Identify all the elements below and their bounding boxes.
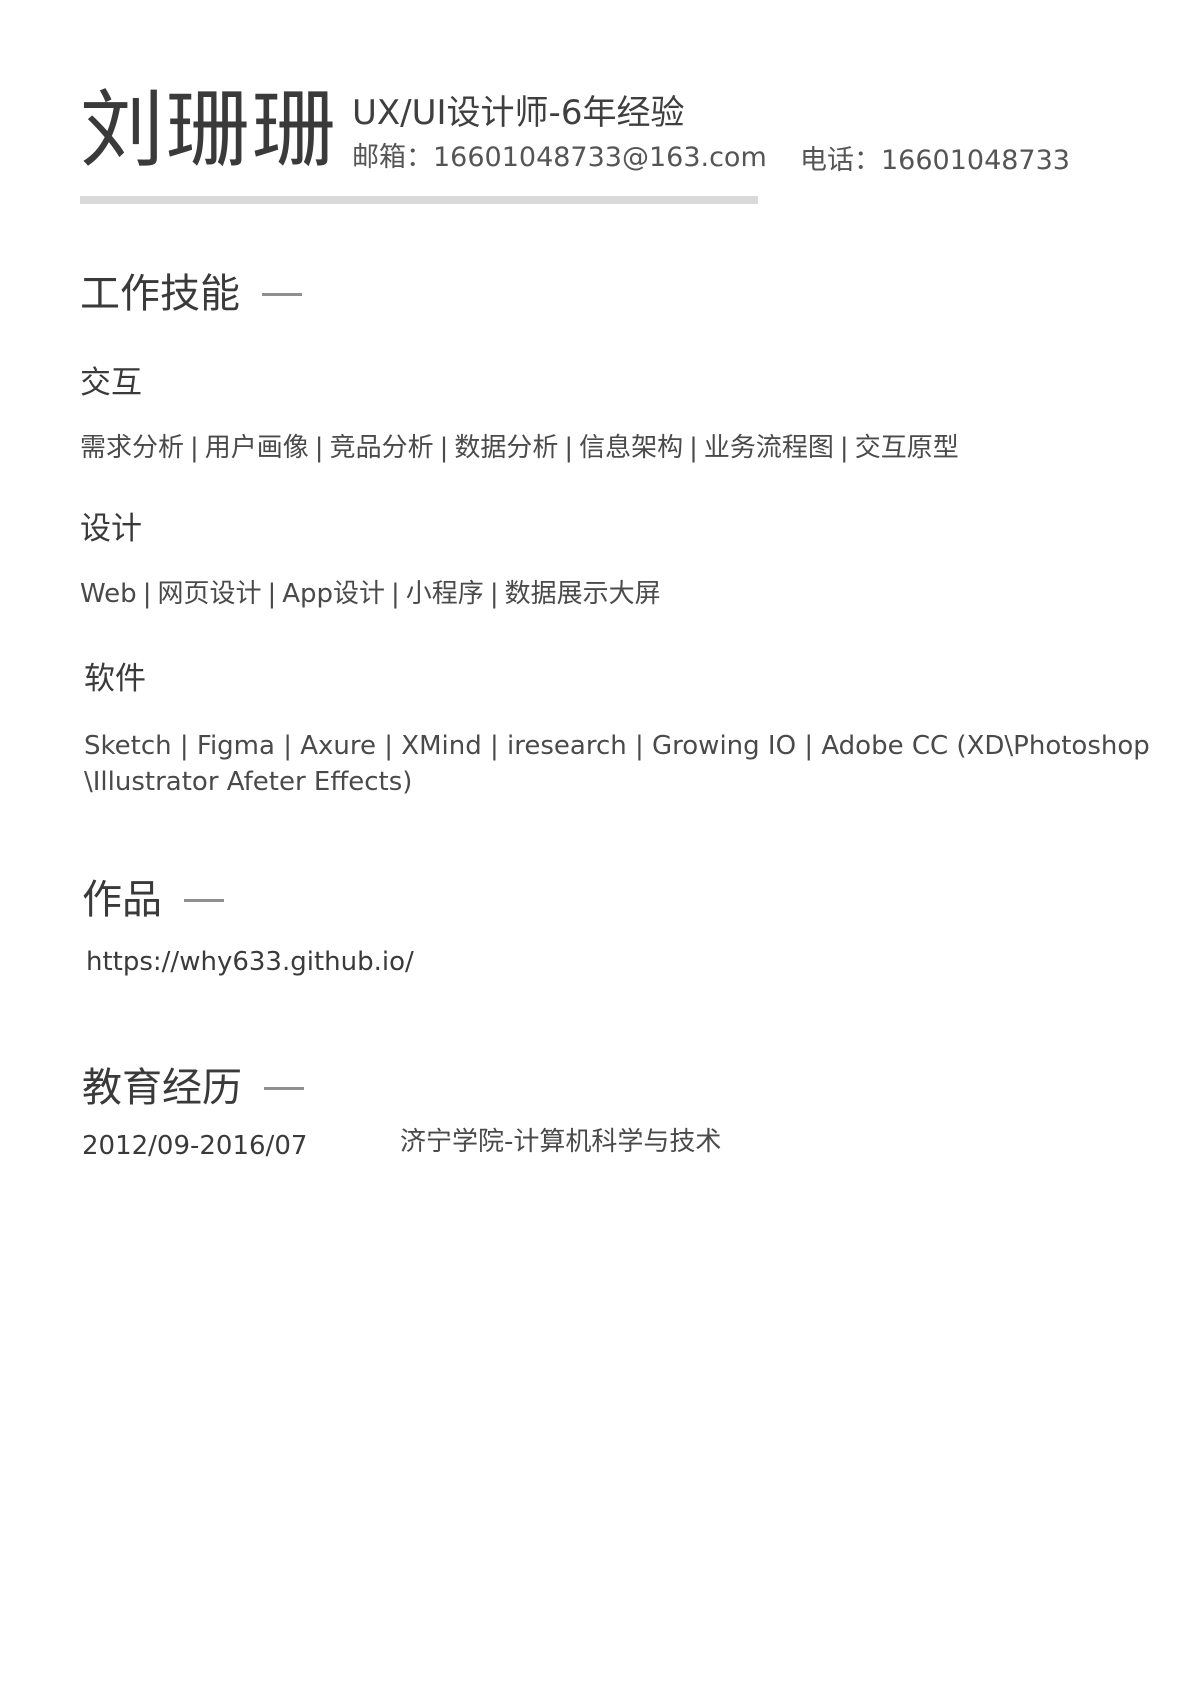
list-separator: | (190, 433, 199, 463)
contact-phone: 电话：16601048733 (800, 145, 1070, 176)
skill-item: Web (80, 579, 137, 609)
skill-item: App设计 (282, 579, 386, 609)
skill-item: 竞品分析 (329, 433, 434, 463)
design-subheading: 设计 (80, 511, 142, 547)
list-separator: | (564, 433, 574, 463)
education-heading-text: 教育经历 (82, 1065, 242, 1111)
skill-item: 需求分析 (80, 433, 185, 463)
education-school: 济宁学院-计算机科学与技术 (400, 1127, 722, 1157)
works-section-heading: 作品 (82, 880, 224, 920)
design-skill-list: Web | 网页设计 | App设计 | 小程序 | 数据展示大屏 (80, 576, 661, 612)
skills-heading-text: 工作技能 (80, 271, 240, 317)
education-period: 2012/09-2016/07 (82, 1131, 308, 1161)
list-separator: | (142, 579, 152, 609)
header-divider (80, 196, 758, 204)
software-subheading: 软件 (84, 661, 146, 697)
list-separator: | (439, 433, 449, 463)
candidate-name: 刘珊珊 (80, 81, 339, 179)
software-list-line-1: Sketch | Figma | Axure | XMind | iresear… (84, 731, 1150, 761)
job-title: UX/UI设计师-6年经验 (352, 93, 685, 133)
heading-dash (184, 898, 224, 902)
list-separator: | (391, 579, 400, 609)
portfolio-link[interactable]: https://why633.github.io/ (86, 944, 414, 980)
skill-item: 信息架构 (579, 433, 684, 463)
skill-item: 小程序 (405, 579, 484, 609)
skill-item: 数据分析 (454, 433, 559, 463)
skill-item: 业务流程图 (703, 433, 834, 463)
list-separator: | (314, 433, 324, 463)
skill-item: 数据展示大屏 (504, 579, 661, 609)
skills-section-heading: 工作技能 (80, 274, 302, 314)
list-separator: | (839, 433, 849, 463)
interaction-skill-list: 需求分析 | 用户画像 | 竞品分析 | 数据分析 | 信息架构 | 业务流程图 | 交互原型 (80, 430, 959, 466)
resume-page: 刘珊珊 UX/UI设计师-6年经验 邮箱：16601048733@163.com… (0, 0, 1190, 1684)
contact-email: 邮箱：16601048733@163.com (352, 142, 767, 173)
interaction-subheading: 交互 (80, 365, 142, 401)
heading-dash (264, 1086, 304, 1090)
list-separator: | (689, 433, 698, 463)
heading-dash (262, 292, 302, 296)
education-section-heading: 教育经历 (82, 1068, 304, 1108)
skill-item: 用户画像 (204, 433, 309, 463)
list-separator: | (267, 579, 277, 609)
software-list-line-2: \Illustrator Afeter Effects) (84, 767, 413, 797)
list-separator: | (489, 579, 499, 609)
skill-item: 网页设计 (157, 579, 262, 609)
works-heading-text: 作品 (82, 877, 162, 923)
skill-item: 交互原型 (854, 433, 959, 463)
